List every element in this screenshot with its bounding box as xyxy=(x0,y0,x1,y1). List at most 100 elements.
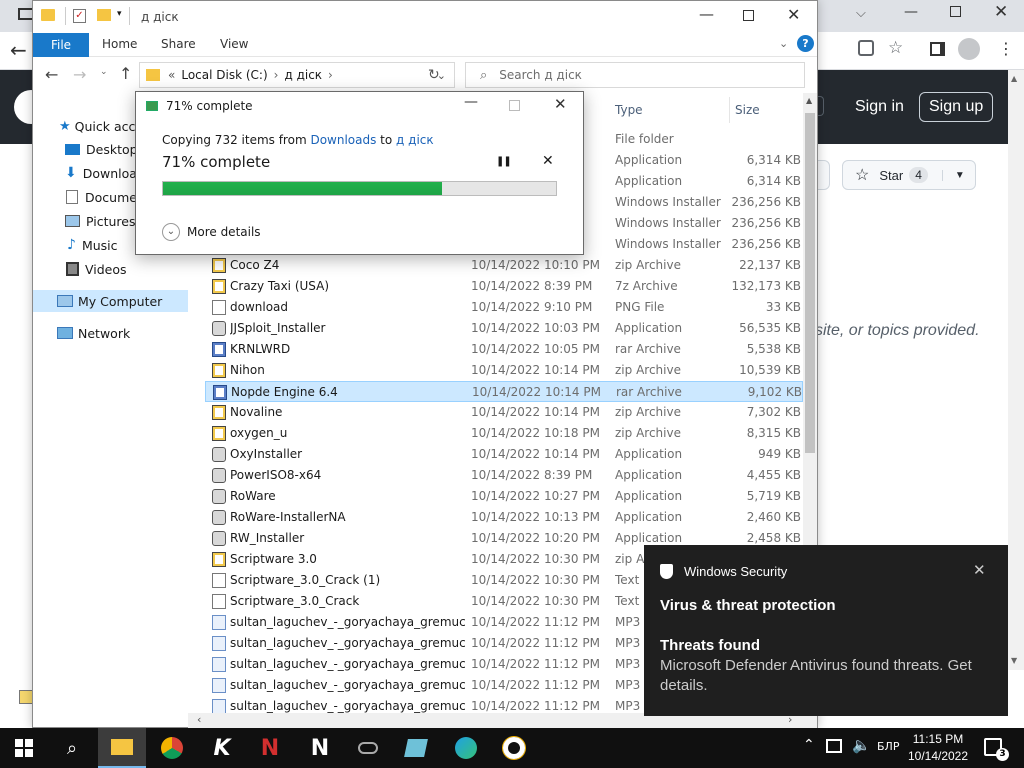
tab-home[interactable]: Home xyxy=(102,37,137,51)
table-row[interactable]: KRNLWRD 10/14/2022 10:05 PM rar Archive 5,5… xyxy=(205,339,803,360)
up-arrow-icon[interactable]: ↑ xyxy=(119,64,132,83)
breadcrumb-folder[interactable]: д діск xyxy=(284,68,322,82)
dialog-close-button[interactable]: ✕ xyxy=(554,95,567,113)
start-button[interactable] xyxy=(0,728,48,768)
scroll-up-arrow-icon[interactable]: ▲ xyxy=(806,96,812,105)
dialog-minimize-button[interactable]: — xyxy=(464,94,478,110)
destination-link[interactable]: д діск xyxy=(396,133,434,147)
profile-avatar[interactable] xyxy=(958,38,980,60)
table-row[interactable]: download 10/14/2022 9:10 PM PNG File 33 KB xyxy=(205,297,803,318)
search-input[interactable]: ⌕ Search д діск xyxy=(465,62,805,88)
app-icon xyxy=(358,742,378,754)
tab-share[interactable]: Share xyxy=(161,37,196,51)
column-divider[interactable] xyxy=(729,97,730,123)
file-name: oxygen_u xyxy=(230,426,288,440)
copy-to-label: to xyxy=(376,133,397,147)
back-arrow-icon[interactable]: ← xyxy=(45,65,58,84)
taskbar-app-k[interactable]: K xyxy=(198,728,246,768)
overflow-chevron-icon[interactable]: « xyxy=(168,68,175,82)
star-button[interactable]: ☆ Star 4 ▼ xyxy=(842,160,976,190)
browser-restore-button[interactable] xyxy=(950,6,961,17)
browser-close-button[interactable]: ✕ xyxy=(994,2,1008,22)
taskbar-edge[interactable] xyxy=(442,728,490,768)
breadcrumb-root[interactable]: Local Disk (C:) xyxy=(181,68,267,82)
nav-network[interactable]: Network xyxy=(33,322,188,344)
breadcrumb-separator-icon[interactable]: › xyxy=(274,68,279,82)
side-panel-icon[interactable] xyxy=(930,42,945,56)
tab-view[interactable]: View xyxy=(220,37,248,51)
breadcrumb-separator-icon[interactable]: › xyxy=(328,68,333,82)
table-row[interactable]: Novaline 10/14/2022 10:14 PM zip Archive 7,… xyxy=(205,402,803,423)
more-details-toggle[interactable]: ⌄ More details xyxy=(162,223,261,241)
taskbar-search-button[interactable]: ⌕ xyxy=(48,728,96,768)
help-icon[interactable]: ? xyxy=(797,35,814,52)
notification-close-button[interactable]: ✕ xyxy=(973,561,986,579)
taskbar-app-notes[interactable] xyxy=(392,728,440,768)
source-link[interactable]: Downloads xyxy=(310,133,376,147)
table-row[interactable]: Crazy Taxi (USA) 10/14/2022 8:39 PM 7z Arc… xyxy=(205,276,803,297)
file-size: 132,173 KB xyxy=(731,279,801,293)
taskbar-app-red-n[interactable]: N xyxy=(246,728,294,768)
table-row[interactable]: OxyInstaller 10/14/2022 10:14 PM Applicati… xyxy=(205,444,803,465)
show-hidden-icons-icon[interactable]: ⌃ xyxy=(803,737,815,753)
table-row[interactable]: oxygen_u 10/14/2022 10:18 PM zip Archive 8,… xyxy=(205,423,803,444)
github-sign-in-link[interactable]: Sign in xyxy=(855,98,904,116)
table-row[interactable]: PowerISO8-x64 10/14/2022 8:39 PM Applicati… xyxy=(205,465,803,486)
clock[interactable]: 11:15 PM 10/14/2022 xyxy=(898,731,978,765)
nav-my-computer[interactable]: My Computer xyxy=(33,290,188,312)
security-notification[interactable]: Windows Security ✕ Virus & threat protec… xyxy=(644,545,1008,716)
quick-access-toolbar-dropdown-icon[interactable]: ▾ xyxy=(117,9,122,19)
close-button[interactable]: ✕ xyxy=(787,5,800,24)
properties-icon[interactable]: ✓ xyxy=(73,9,86,23)
nav-videos[interactable]: Videos xyxy=(33,258,188,280)
scrollbar-thumb[interactable] xyxy=(805,113,815,453)
minimize-button[interactable]: — xyxy=(699,5,714,23)
share-icon[interactable] xyxy=(858,40,874,56)
expand-ribbon-icon[interactable]: ⌄ xyxy=(779,37,788,50)
language-indicator[interactable]: БЛР xyxy=(877,740,899,753)
forward-arrow-icon[interactable]: → xyxy=(73,65,86,84)
scroll-left-arrow-icon[interactable]: ‹ xyxy=(197,713,201,726)
new-folder-icon[interactable] xyxy=(97,9,111,21)
tab-search-icon[interactable]: ⌵ xyxy=(856,6,866,21)
table-row[interactable]: RoWare 10/14/2022 10:27 PM Application 5,71… xyxy=(205,486,803,507)
shield-icon xyxy=(660,564,673,579)
app-icon xyxy=(503,737,525,759)
taskbar-file-explorer[interactable] xyxy=(98,728,146,768)
taskbar-chrome[interactable] xyxy=(148,728,196,768)
action-center-button[interactable]: 3 xyxy=(984,738,1009,761)
bookmark-star-icon[interactable]: ☆ xyxy=(888,38,903,58)
clock-time: 11:15 PM xyxy=(912,732,964,746)
table-row[interactable]: JJSploit_Installer 10/14/2022 10:03 PM App… xyxy=(205,318,803,339)
cancel-copy-button[interactable]: ✕ xyxy=(542,153,554,169)
scroll-up-arrow-icon[interactable]: ▲ xyxy=(1011,74,1017,83)
tab-file[interactable]: File xyxy=(33,33,89,57)
taskbar-app-n[interactable]: N xyxy=(296,728,344,768)
recent-locations-icon[interactable]: ⌄ xyxy=(100,67,108,77)
scroll-down-arrow-icon[interactable]: ▼ xyxy=(1011,656,1017,665)
maximize-button[interactable] xyxy=(743,10,754,21)
chevron-down-icon[interactable]: ▼ xyxy=(941,169,965,181)
table-row[interactable]: RoWare-InstallerNA 10/14/2022 10:13 PM App… xyxy=(205,507,803,528)
file-type: zip Archive xyxy=(615,363,681,377)
zip-icon xyxy=(212,426,226,441)
column-header-type[interactable]: Type xyxy=(615,103,643,117)
address-bar[interactable]: « Local Disk (C:) › д діск › ⌄ xyxy=(139,62,455,88)
desktop-file-icon[interactable] xyxy=(19,690,33,704)
taskbar-app-steering[interactable] xyxy=(344,728,392,768)
table-row[interactable]: Nihon 10/14/2022 10:14 PM zip Archive 10,53… xyxy=(205,360,803,381)
browser-scrollbar[interactable]: ▲ ▼ xyxy=(1008,70,1024,670)
browser-menu-icon[interactable]: ⋮ xyxy=(998,39,1014,58)
network-status-icon[interactable] xyxy=(826,739,842,753)
pause-button[interactable]: ❚❚ xyxy=(496,156,512,167)
file-size: 9,102 KB xyxy=(747,385,802,399)
column-header-size[interactable]: Size xyxy=(735,103,760,117)
refresh-icon[interactable]: ↻ xyxy=(428,67,440,83)
table-row[interactable]: Nopde Engine 6.4 10/14/2022 10:14 PM rar A… xyxy=(205,381,803,402)
volume-icon[interactable]: 🔈 xyxy=(852,736,871,754)
taskbar-app-ring[interactable] xyxy=(490,728,538,768)
github-sign-up-button[interactable]: Sign up xyxy=(919,92,994,122)
browser-minimize-button[interactable]: — xyxy=(904,4,918,20)
table-row[interactable]: Coco Z4 10/14/2022 10:10 PM zip Archive 22,… xyxy=(205,255,803,276)
back-arrow-icon[interactable]: ← xyxy=(10,38,27,62)
